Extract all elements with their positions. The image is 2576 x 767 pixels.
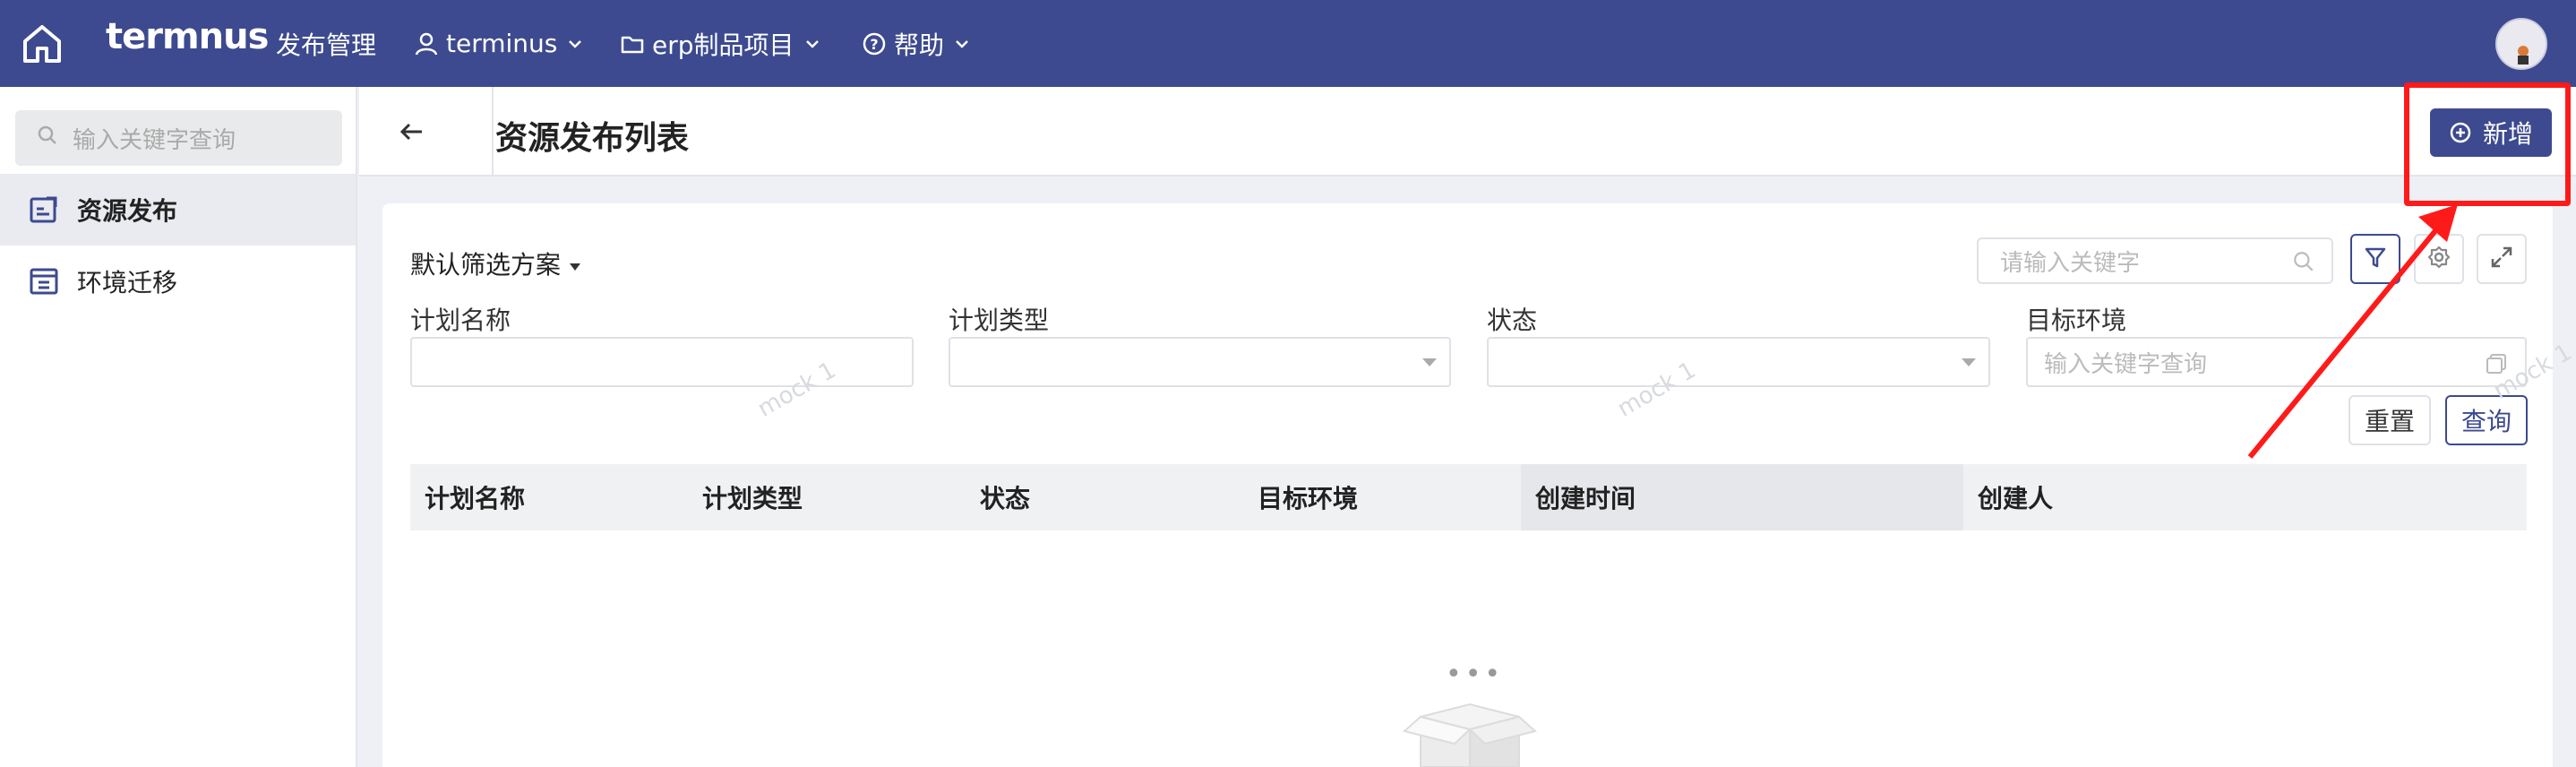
annotation-arrow-icon [2247,204,2458,459]
